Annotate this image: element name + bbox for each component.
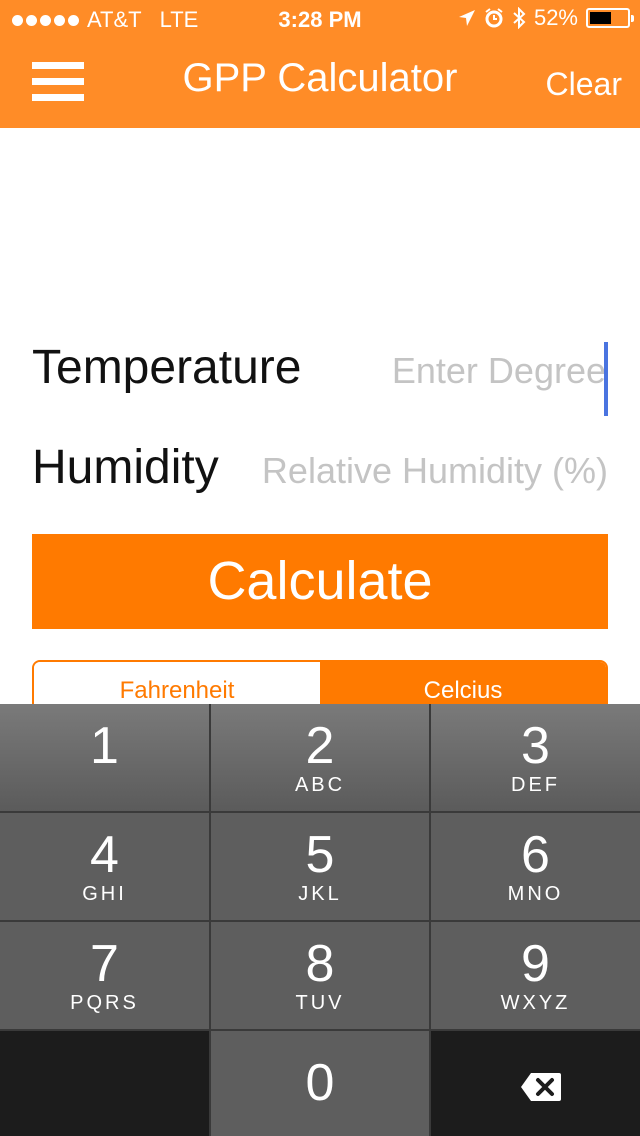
key-letters: GHI	[82, 883, 127, 905]
key-1[interactable]: 1	[0, 704, 209, 811]
battery-percentage: 52%	[533, 5, 578, 30]
key-letters: JKL	[298, 883, 342, 905]
keypad-blank-key	[0, 1031, 209, 1136]
delete-button[interactable]	[431, 1031, 640, 1136]
key-digit: 4	[90, 826, 119, 884]
temperature-input[interactable]	[360, 346, 606, 396]
key-digit: 8	[305, 935, 335, 993]
calculate-button[interactable]: Calculate	[32, 534, 608, 629]
key-letters: ABC	[294, 774, 346, 796]
key-0[interactable]: 0	[211, 1031, 429, 1136]
key-3[interactable]: 3 DEF	[431, 704, 640, 811]
key-4[interactable]: 4 GHI	[0, 813, 209, 920]
key-5[interactable]: 5 JKL	[211, 813, 429, 920]
key-7[interactable]: 7 PQRS	[0, 922, 209, 1029]
key-letters: PQRS	[70, 992, 139, 1014]
temperature-label: Temperature	[32, 341, 302, 394]
key-8[interactable]: 8 TUV	[211, 922, 429, 1029]
key-9[interactable]: 9 WXYZ	[431, 922, 640, 1029]
key-letters: DEF	[511, 774, 560, 796]
status-bar: AT&T LTE 3:28 PM 52%	[0, 0, 640, 40]
nav-bar: AT&T LTE 3:28 PM 52% GPP Calculator Clea…	[0, 0, 640, 128]
humidity-label: Humidity	[32, 441, 219, 494]
numeric-keypad: 1 2 ABC 3 DEF 4 GHI 5 JKL 6 MNO 7 PQRS 8…	[0, 704, 640, 1136]
key-letters: MNO	[507, 883, 564, 905]
clear-button[interactable]: Clear	[546, 66, 622, 103]
location-arrow-icon	[458, 10, 475, 26]
key-digit: 6	[521, 826, 550, 884]
key-digit: 9	[521, 935, 550, 993]
battery-icon	[586, 8, 634, 28]
text-cursor	[604, 342, 608, 416]
key-2[interactable]: 2 ABC	[211, 704, 429, 811]
alarm-clock-icon	[485, 8, 503, 28]
key-6[interactable]: 6 MNO	[431, 813, 640, 920]
bluetooth-icon	[513, 7, 526, 29]
humidity-input[interactable]	[240, 446, 608, 496]
page-title: GPP Calculator	[182, 56, 458, 100]
key-digit: 5	[305, 826, 335, 884]
key-digit: 1	[90, 717, 119, 775]
key-digit: 0	[305, 1054, 335, 1112]
key-digit: 3	[521, 717, 550, 775]
key-letters: TUV	[295, 992, 345, 1014]
key-digit: 2	[305, 717, 335, 775]
backspace-icon	[521, 1073, 561, 1101]
key-digit: 7	[90, 935, 119, 993]
key-letters: WXYZ	[500, 992, 571, 1014]
